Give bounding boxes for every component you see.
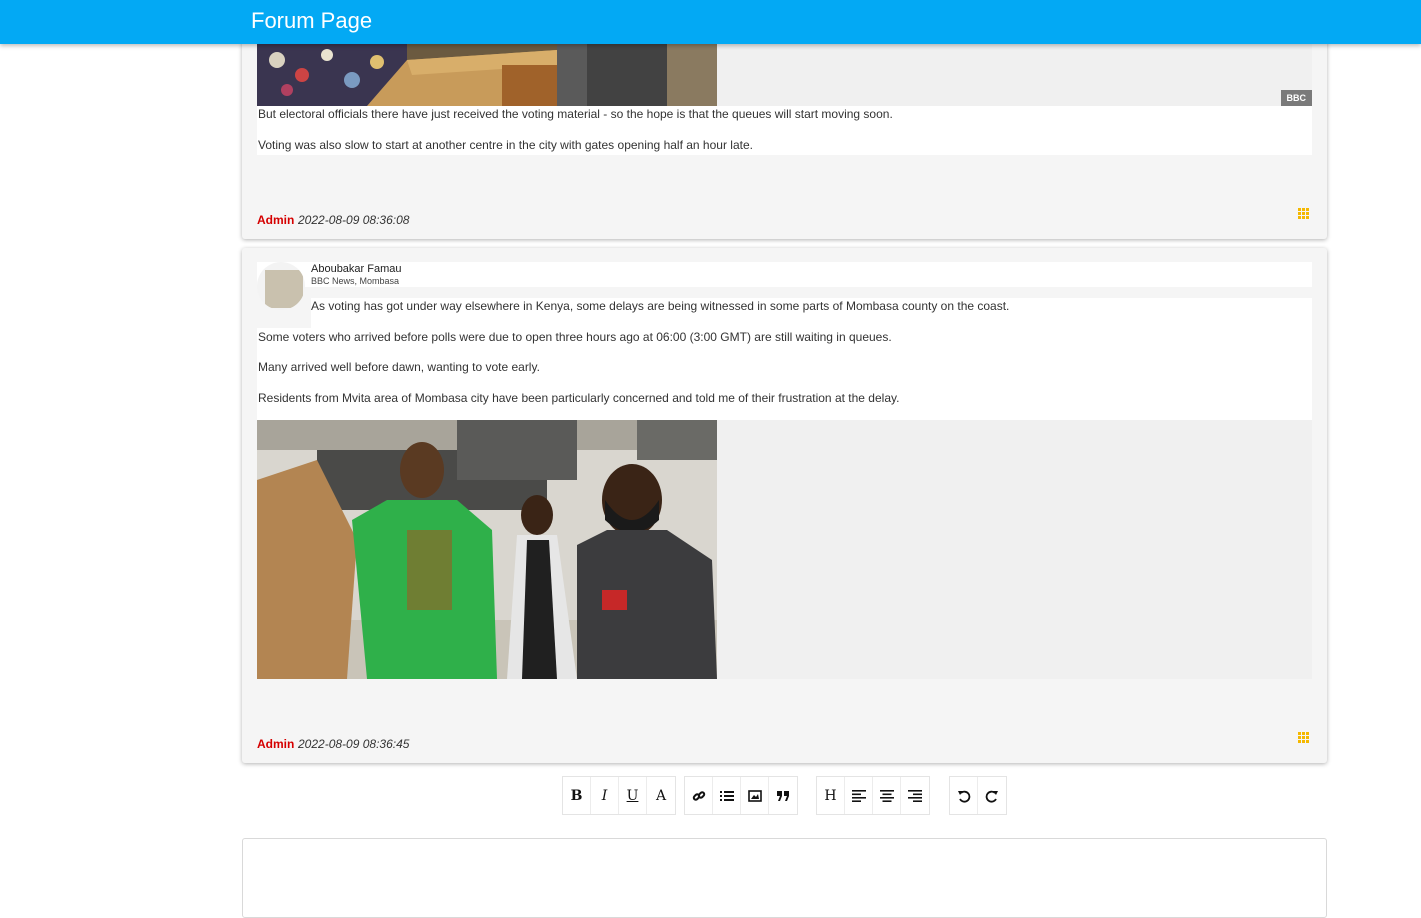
image-credit-badge: BBC [1280,90,1312,106]
format-group: B I U A [562,776,676,815]
link-button[interactable] [685,777,713,814]
post-timestamp: 2022-08-09 08:36:45 [298,737,410,751]
grid-menu-icon[interactable] [1298,208,1309,219]
align-left-button[interactable] [845,777,873,814]
post-photo [257,420,717,679]
post-paragraph: But electoral officials there have just … [258,107,893,121]
list-button[interactable] [713,777,741,814]
align-center-icon [879,789,894,802]
redo-button[interactable] [978,777,1006,814]
insert-group [684,776,798,815]
post-author[interactable]: Admin [257,213,294,227]
underline-button[interactable]: U [619,777,647,814]
undo-icon [957,790,970,803]
align-right-icon [908,789,922,802]
page-title: Forum Page [251,8,373,33]
post-paragraph: As voting has got under way elsewhere in… [311,299,1010,313]
author-subtitle: BBC News, Mombasa [311,276,400,286]
quote-icon [777,790,789,801]
quote-button[interactable] [769,777,797,814]
post-body: As voting has got under way elsewhere in… [257,298,1312,420]
align-left-icon [851,789,866,802]
post-paragraph: Voting was also slow to start at another… [258,138,753,152]
post-paragraph: Some voters who arrived before polls wer… [258,330,892,344]
link-icon [692,790,705,801]
undo-button[interactable] [950,777,978,814]
post-body: But electoral officials there have just … [257,106,1312,155]
author-name[interactable]: Aboubakar Famau [311,263,402,275]
paragraph-group: H [816,776,930,815]
list-icon [719,790,734,801]
post-timestamp: 2022-08-09 08:36:08 [298,213,410,227]
post-paragraph: Many arrived well before dawn, wanting t… [258,360,540,374]
post-image-container [257,420,1312,679]
font-color-button[interactable]: A [647,777,675,814]
reply-editor[interactable] [242,838,1327,918]
image-button[interactable] [741,777,769,814]
italic-button[interactable]: I [591,777,619,814]
editor-toolbar: B I U A H [0,776,1421,815]
history-group [949,776,1007,815]
align-right-button[interactable] [901,777,929,814]
forum-post: Aboubakar Famau BBC News, Mombasa As vot… [242,248,1327,763]
post-author[interactable]: Admin [257,737,294,751]
bold-button[interactable]: B [563,777,591,814]
align-center-button[interactable] [873,777,901,814]
heading-button[interactable]: H [817,777,845,814]
author-header [257,262,1312,287]
app-bar: Forum Page [0,0,1421,44]
post-paragraph: Residents from Mvita area of Mombasa cit… [258,391,900,405]
image-icon [747,789,762,802]
grid-menu-icon[interactable] [1298,732,1309,743]
redo-icon [985,790,998,803]
